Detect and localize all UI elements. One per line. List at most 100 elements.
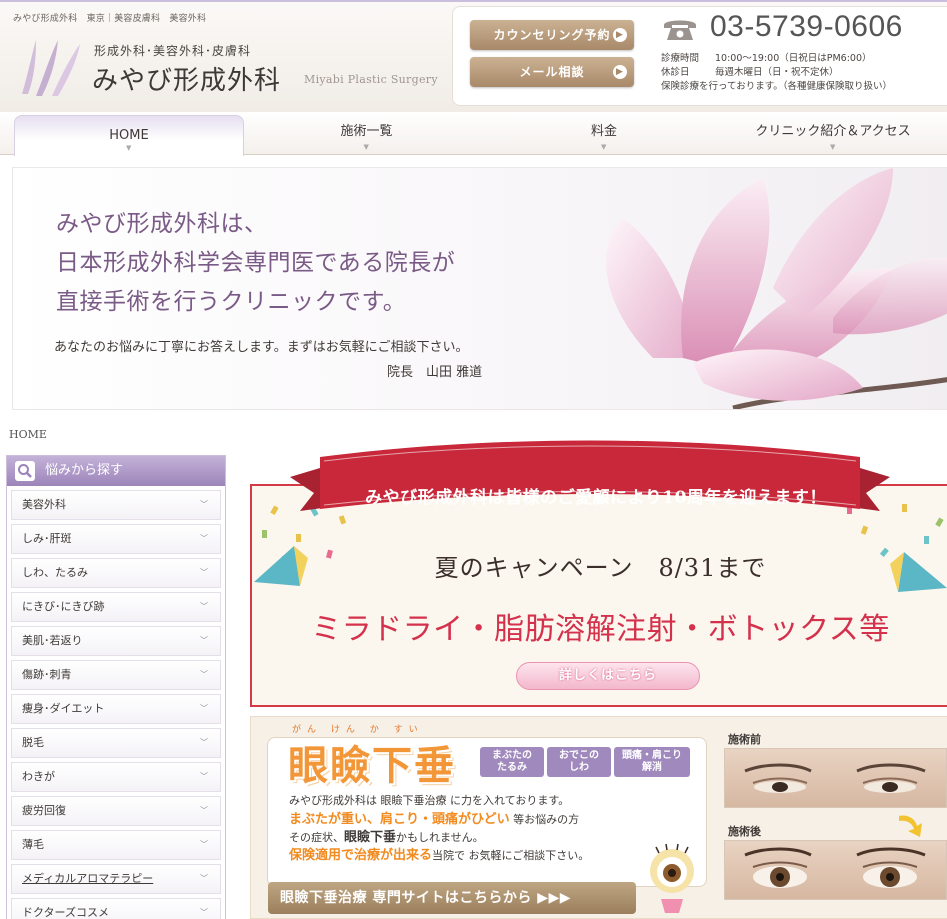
nav-clinic-label: クリニック紹介＆アクセス [755, 124, 911, 139]
sidebar-item-label: 脱毛 [22, 736, 44, 749]
sidebar-item-label: ドクターズコスメ [22, 906, 110, 919]
sidebar-item-label: わきが [22, 770, 55, 783]
chevron-down-icon: ﹀ [200, 568, 208, 577]
arrow-down-icon [899, 815, 922, 837]
hero-heading-line-3: 直接手術を行うクリニックです。 [56, 289, 407, 315]
ptosis-insurance-rest: 当院で お気軽にご相談下さい。 [432, 849, 590, 862]
ptosis-tag-headache: 頭痛・肩こり 解消 [614, 747, 690, 777]
ptosis-site-button[interactable]: 眼瞼下垂治療 専門サイトはこちらから ▶▶▶ [268, 882, 636, 914]
logo-subtitle: 形成外科･美容外科･皮膚科 [94, 44, 252, 58]
hero-subtext: あなたのお悩みに丁寧にお答えします。まずはお気軽にご相談下さい。 [54, 340, 469, 355]
ptosis-text-3-bold: 眼瞼下垂 [344, 830, 397, 845]
before-label: 施術前 [728, 733, 761, 746]
nav-procedures-label: 施術一覧 [340, 124, 393, 139]
phone-icon [664, 20, 696, 40]
ptosis-text-1: みやび形成外科は 眼瞼下垂治療 に力を入れております。 [289, 794, 570, 807]
sidebar-item-thinning-hair[interactable]: 薄毛 ﹀ [11, 830, 221, 860]
hero-heading-line-2: 日本形成外科学会専門医である院長が [56, 250, 456, 276]
campaign-items: ミラドライ・脂肪溶解注射・ボトックス等 [311, 612, 890, 647]
sidebar-item-cosmetic-surgery[interactable]: 美容外科 ﹀ [11, 490, 221, 520]
chevron-down-icon: ▼ [601, 143, 607, 151]
sidebar-item-wrinkles[interactable]: しわ、たるみ ﹀ [11, 558, 221, 588]
closed-days: 休診日 毎週木曜日（日・祝不定休） [661, 64, 839, 78]
sidebar-item-label: 傷跡･刺青 [22, 668, 72, 681]
tag-line-1: おでこの [559, 750, 599, 761]
sidebar-item-skin-rejuvenation[interactable]: 美肌･若返り ﹀ [11, 626, 221, 656]
mail-consultation-button[interactable]: メール相談 ▶ [470, 57, 634, 87]
chevron-down-icon: ﹀ [200, 806, 208, 815]
eyes-after-image [744, 847, 926, 888]
sidebar-item-scars-tattoos[interactable]: 傷跡･刺青 ﹀ [11, 660, 221, 690]
search-icon [15, 461, 35, 481]
sidebar-item-label: 薄毛 [22, 838, 44, 851]
nav-home[interactable]: HOME ▼ [14, 115, 244, 156]
tag-line-2: 解消 [642, 762, 662, 773]
logo-mark-icon[interactable] [14, 34, 84, 98]
ptosis-text-3a: その症状、 [289, 831, 344, 844]
magnolia-flower-image [606, 168, 947, 409]
arrow-right-icon: ▶ [613, 28, 627, 42]
insurance-note: 保険診療を行っております。（各種健康保険取り扱い） [661, 81, 893, 92]
counseling-button-label: カウンセリング予約 [493, 28, 611, 42]
breadcrumb: HOME [9, 428, 47, 441]
hours-label: 診療時間 [661, 53, 700, 64]
nav-procedures[interactable]: 施術一覧 ▼ [244, 112, 489, 155]
nav-clinic-access[interactable]: クリニック紹介＆アクセス ▼ [719, 112, 947, 155]
sidebar-item-label: 痩身･ダイエット [22, 702, 105, 715]
chevron-down-icon: ﹀ [200, 602, 208, 611]
chevron-down-icon: ▼ [830, 143, 836, 151]
hero-heading-line-1: みやび形成外科は、 [56, 211, 268, 237]
after-photo [724, 840, 947, 900]
chevron-down-icon: ▼ [363, 143, 369, 151]
sidebar-item-fatigue-recovery[interactable]: 疲労回復 ﹀ [11, 796, 221, 826]
sidebar-item-slimming[interactable]: 痩身･ダイエット ﹀ [11, 694, 221, 724]
sidebar-heading-label: 悩みから探す [45, 463, 124, 478]
site-header: みやび形成外科 東京｜美容皮膚科 美容外科 形成外科･美容外科･皮膚科 みやび形… [0, 0, 947, 112]
campaign-details-button[interactable]: 詳しくはこちら [516, 662, 700, 690]
ptosis-text-4: 保険適用で治療が出来る当院で お気軽にご相談下さい。 [289, 844, 589, 863]
chevron-down-icon: ▼ [126, 144, 132, 152]
tag-line-2: たるみ [497, 762, 527, 773]
anniversary-ribbon-text: みやび形成外科は皆様のご愛顧により10周年を迎えます！ [365, 488, 827, 508]
sidebar-item-underarm-odor[interactable]: わきが ﹀ [11, 762, 221, 792]
logo-english-name: Miyabi Plastic Surgery [304, 73, 438, 86]
sidebar-item-label: 美肌･若返り [22, 634, 83, 647]
chevron-down-icon: ﹀ [200, 500, 208, 509]
ptosis-symptoms-highlight: まぶたが重い、肩こり・頭痛がひどい [289, 812, 510, 827]
main-nav: HOME ▼ 施術一覧 ▼ 料金 ▼ クリニック紹介＆アクセス ▼ [0, 112, 947, 156]
hero-signature: 院長 山田 雅道 [387, 365, 483, 380]
ptosis-insurance-highlight: 保険適用で治療が出来る [289, 848, 433, 863]
chevron-down-icon: ﹀ [200, 704, 208, 713]
sidebar-item-aromatherapy[interactable]: メディカルアロマテラピー ﹀ [11, 864, 221, 894]
clinic-hours: 診療時間 10:00〜19:00（日祝日はPM6:00） [661, 50, 872, 64]
mail-button-label: メール相談 [519, 65, 585, 79]
nav-home-label: HOME [109, 128, 149, 143]
nav-price[interactable]: 料金 ▼ [489, 112, 719, 155]
before-photo [724, 748, 947, 808]
sidebar-item-label: 疲労回復 [22, 804, 66, 817]
nav-price-label: 料金 [590, 124, 617, 139]
ptosis-symptoms-rest: 等お悩みの方 [509, 813, 580, 826]
arrow-right-icon: ▶ [613, 65, 627, 79]
sidebar-item-hair-removal[interactable]: 脱毛 ﹀ [11, 728, 221, 758]
ptosis-tag-forehead: おでこの しわ [547, 747, 611, 777]
sidebar-list: 美容外科 ﹀ しみ･肝斑 ﹀ しわ、たるみ ﹀ にきび･にきび跡 ﹀ 美肌･若返り ﹀ 傷… [7, 490, 225, 919]
sidebar-item-label: しみ･肝斑 [22, 532, 72, 545]
sidebar-item-doctors-cosme[interactable]: ドクターズコスメ ﹀ [11, 898, 221, 919]
counseling-reservation-button[interactable]: カウンセリング予約 ▶ [470, 20, 634, 50]
ptosis-text-2: まぶたが重い、肩こり・頭痛がひどい 等お悩みの方 [289, 808, 579, 827]
ptosis-text-3b: かもしれません。 [396, 831, 484, 844]
sidebar-item-spots[interactable]: しみ･肝斑 ﹀ [11, 524, 221, 554]
campaign-title: 夏のキャンペーン 8/31まで [434, 554, 767, 582]
sidebar-item-label: 美容外科 [22, 498, 66, 511]
logo-clinic-name[interactable]: みやび形成外科 [92, 60, 281, 97]
mascot-eye-character-icon [650, 843, 694, 913]
chevron-down-icon: ﹀ [200, 670, 208, 679]
chevron-down-icon: ﹀ [200, 534, 208, 543]
chevron-down-icon: ﹀ [200, 636, 208, 645]
eyes-before-image [744, 763, 926, 793]
ptosis-text-3: その症状、眼瞼下垂かもしれません。 [289, 826, 484, 845]
ptosis-tag-sagging: まぶたの たるみ [480, 747, 544, 777]
phone-number[interactable]: 03-5739-0606 [710, 10, 903, 44]
sidebar-item-acne[interactable]: にきび･にきび跡 ﹀ [11, 592, 221, 622]
